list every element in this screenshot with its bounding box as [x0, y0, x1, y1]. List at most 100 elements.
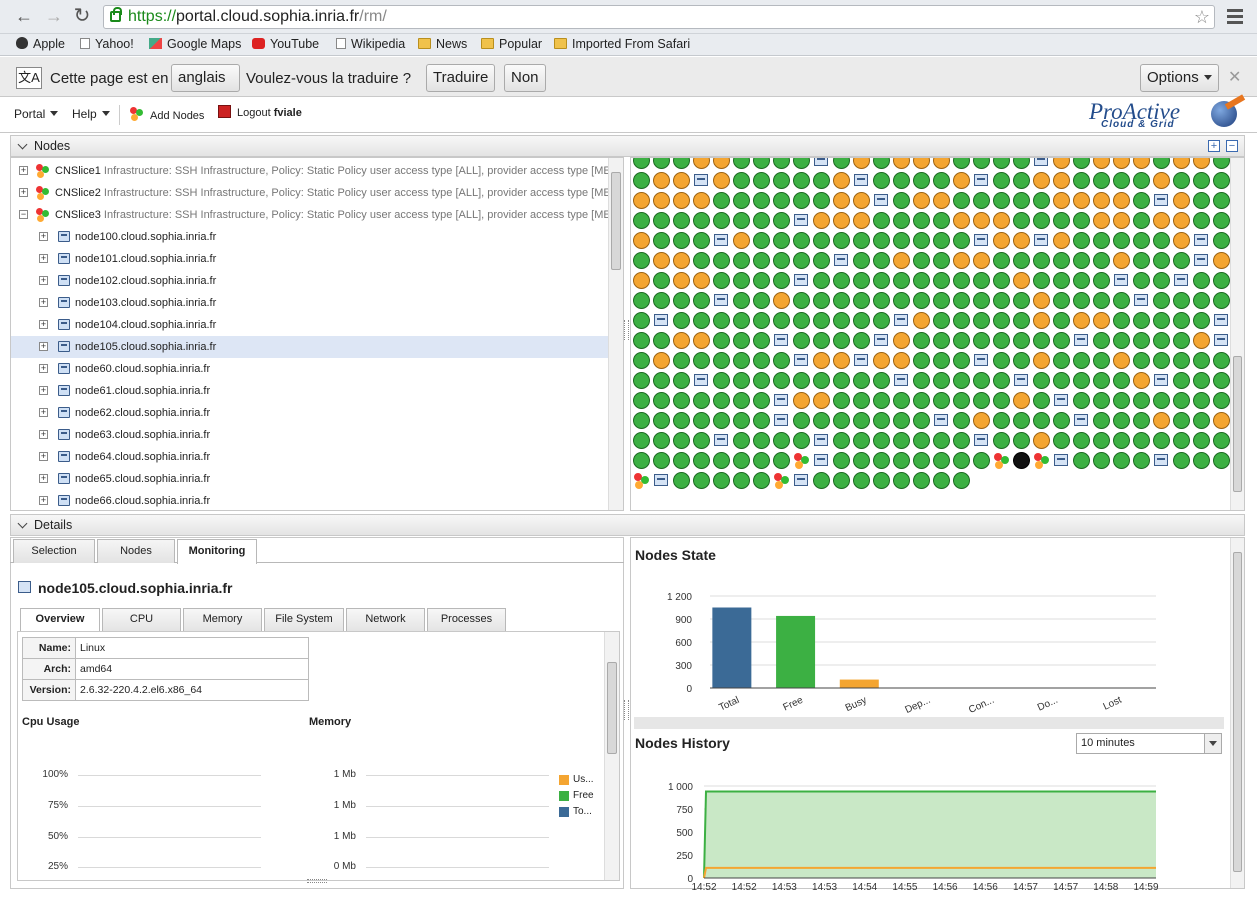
node-free-icon[interactable]: [913, 392, 930, 409]
node-free-icon[interactable]: [1193, 292, 1210, 309]
node-busy-icon[interactable]: [833, 192, 850, 209]
node-busy-icon[interactable]: [653, 192, 670, 209]
node-free-icon[interactable]: [993, 332, 1010, 349]
node-free-icon[interactable]: [1113, 452, 1130, 469]
node-free-icon[interactable]: [753, 252, 770, 269]
expand-toggle-icon[interactable]: +: [39, 342, 48, 351]
node-busy-icon[interactable]: [1033, 172, 1050, 189]
node-free-icon[interactable]: [1133, 252, 1150, 269]
node-busy-icon[interactable]: [773, 292, 790, 309]
node-busy-icon[interactable]: [1113, 192, 1130, 209]
charts-scrollbar[interactable]: [1230, 538, 1244, 888]
node-free-icon[interactable]: [633, 332, 650, 349]
node-free-icon[interactable]: [1013, 292, 1030, 309]
expand-toggle-icon[interactable]: +: [39, 232, 48, 241]
node-free-icon[interactable]: [773, 452, 790, 469]
node-free-icon[interactable]: [1073, 158, 1090, 169]
node-free-icon[interactable]: [1033, 332, 1050, 349]
node-free-icon[interactable]: [653, 232, 670, 249]
bookmark-google-maps[interactable]: Google Maps: [149, 37, 241, 51]
node-free-icon[interactable]: [913, 272, 930, 289]
node-busy-icon[interactable]: [1073, 312, 1090, 329]
host-icon[interactable]: [1214, 334, 1228, 346]
node-free-icon[interactable]: [933, 252, 950, 269]
node-free-icon[interactable]: [913, 372, 930, 389]
node-free-icon[interactable]: [1133, 432, 1150, 449]
node-busy-icon[interactable]: [953, 172, 970, 189]
node-free-icon[interactable]: [953, 432, 970, 449]
node-free-icon[interactable]: [733, 192, 750, 209]
node-free-icon[interactable]: [753, 312, 770, 329]
node-free-icon[interactable]: [853, 332, 870, 349]
host-icon[interactable]: [1174, 274, 1188, 286]
node-free-icon[interactable]: [893, 392, 910, 409]
host-icon[interactable]: [974, 434, 988, 446]
node-free-icon[interactable]: [893, 212, 910, 229]
address-bar[interactable]: https://portal.cloud.sophia.inria.fr/rm/…: [103, 5, 1215, 29]
node-busy-icon[interactable]: [973, 252, 990, 269]
node-free-icon[interactable]: [1013, 412, 1030, 429]
tree-node-row[interactable]: + node66.cloud.sophia.inria.fr: [11, 490, 609, 510]
node-free-icon[interactable]: [873, 372, 890, 389]
host-icon[interactable]: [1214, 314, 1228, 326]
node-busy-icon[interactable]: [933, 158, 950, 169]
host-icon[interactable]: [814, 158, 828, 166]
node-busy-icon[interactable]: [1053, 158, 1070, 169]
node-free-icon[interactable]: [1053, 272, 1070, 289]
node-free-icon[interactable]: [973, 392, 990, 409]
node-free-icon[interactable]: [1213, 272, 1230, 289]
node-busy-icon[interactable]: [893, 158, 910, 169]
node-free-icon[interactable]: [1073, 232, 1090, 249]
node-free-icon[interactable]: [1113, 292, 1130, 309]
node-free-icon[interactable]: [1133, 352, 1150, 369]
subtab-network[interactable]: Network: [346, 608, 425, 631]
node-free-icon[interactable]: [1093, 232, 1110, 249]
node-free-icon[interactable]: [973, 332, 990, 349]
node-busy-icon[interactable]: [693, 158, 710, 169]
node-free-icon[interactable]: [1213, 212, 1230, 229]
node-free-icon[interactable]: [673, 352, 690, 369]
node-free-icon[interactable]: [1033, 192, 1050, 209]
grid-scrollbar[interactable]: [1230, 158, 1244, 510]
node-free-icon[interactable]: [813, 472, 830, 489]
expand-toggle-icon[interactable]: +: [39, 254, 48, 263]
node-free-icon[interactable]: [713, 272, 730, 289]
node-free-icon[interactable]: [1213, 192, 1230, 209]
host-icon[interactable]: [1154, 194, 1168, 206]
node-free-icon[interactable]: [1213, 172, 1230, 189]
node-free-icon[interactable]: [713, 312, 730, 329]
node-busy-icon[interactable]: [833, 172, 850, 189]
node-busy-icon[interactable]: [673, 332, 690, 349]
host-icon[interactable]: [814, 434, 828, 446]
node-free-icon[interactable]: [1013, 158, 1030, 169]
node-free-icon[interactable]: [633, 352, 650, 369]
bookmark-wikipedia[interactable]: Wikipedia: [336, 37, 405, 51]
translate-options-button[interactable]: Options: [1140, 64, 1219, 92]
node-busy-icon[interactable]: [853, 212, 870, 229]
back-arrow-icon[interactable]: ←: [14, 6, 34, 26]
node-free-icon[interactable]: [973, 272, 990, 289]
node-free-icon[interactable]: [913, 212, 930, 229]
node-free-icon[interactable]: [813, 192, 830, 209]
splitter-handle[interactable]: [624, 700, 629, 720]
host-icon[interactable]: [714, 294, 728, 306]
node-busy-icon[interactable]: [1053, 172, 1070, 189]
node-busy-icon[interactable]: [1033, 432, 1050, 449]
node-free-icon[interactable]: [1073, 212, 1090, 229]
node-free-icon[interactable]: [1133, 452, 1150, 469]
node-free-icon[interactable]: [1033, 372, 1050, 389]
node-busy-icon[interactable]: [1033, 312, 1050, 329]
node-free-icon[interactable]: [733, 392, 750, 409]
host-icon[interactable]: [774, 394, 788, 406]
node-free-icon[interactable]: [873, 392, 890, 409]
node-free-icon[interactable]: [953, 412, 970, 429]
node-free-icon[interactable]: [773, 352, 790, 369]
node-free-icon[interactable]: [953, 292, 970, 309]
tree-slice-row[interactable]: − CNSlice3 Infrastructure: SSH Infrastruc…: [11, 204, 609, 226]
node-free-icon[interactable]: [1153, 332, 1170, 349]
node-free-icon[interactable]: [1173, 452, 1190, 469]
host-icon[interactable]: [1054, 454, 1068, 466]
node-free-icon[interactable]: [773, 172, 790, 189]
node-free-icon[interactable]: [733, 472, 750, 489]
node-free-icon[interactable]: [1153, 252, 1170, 269]
